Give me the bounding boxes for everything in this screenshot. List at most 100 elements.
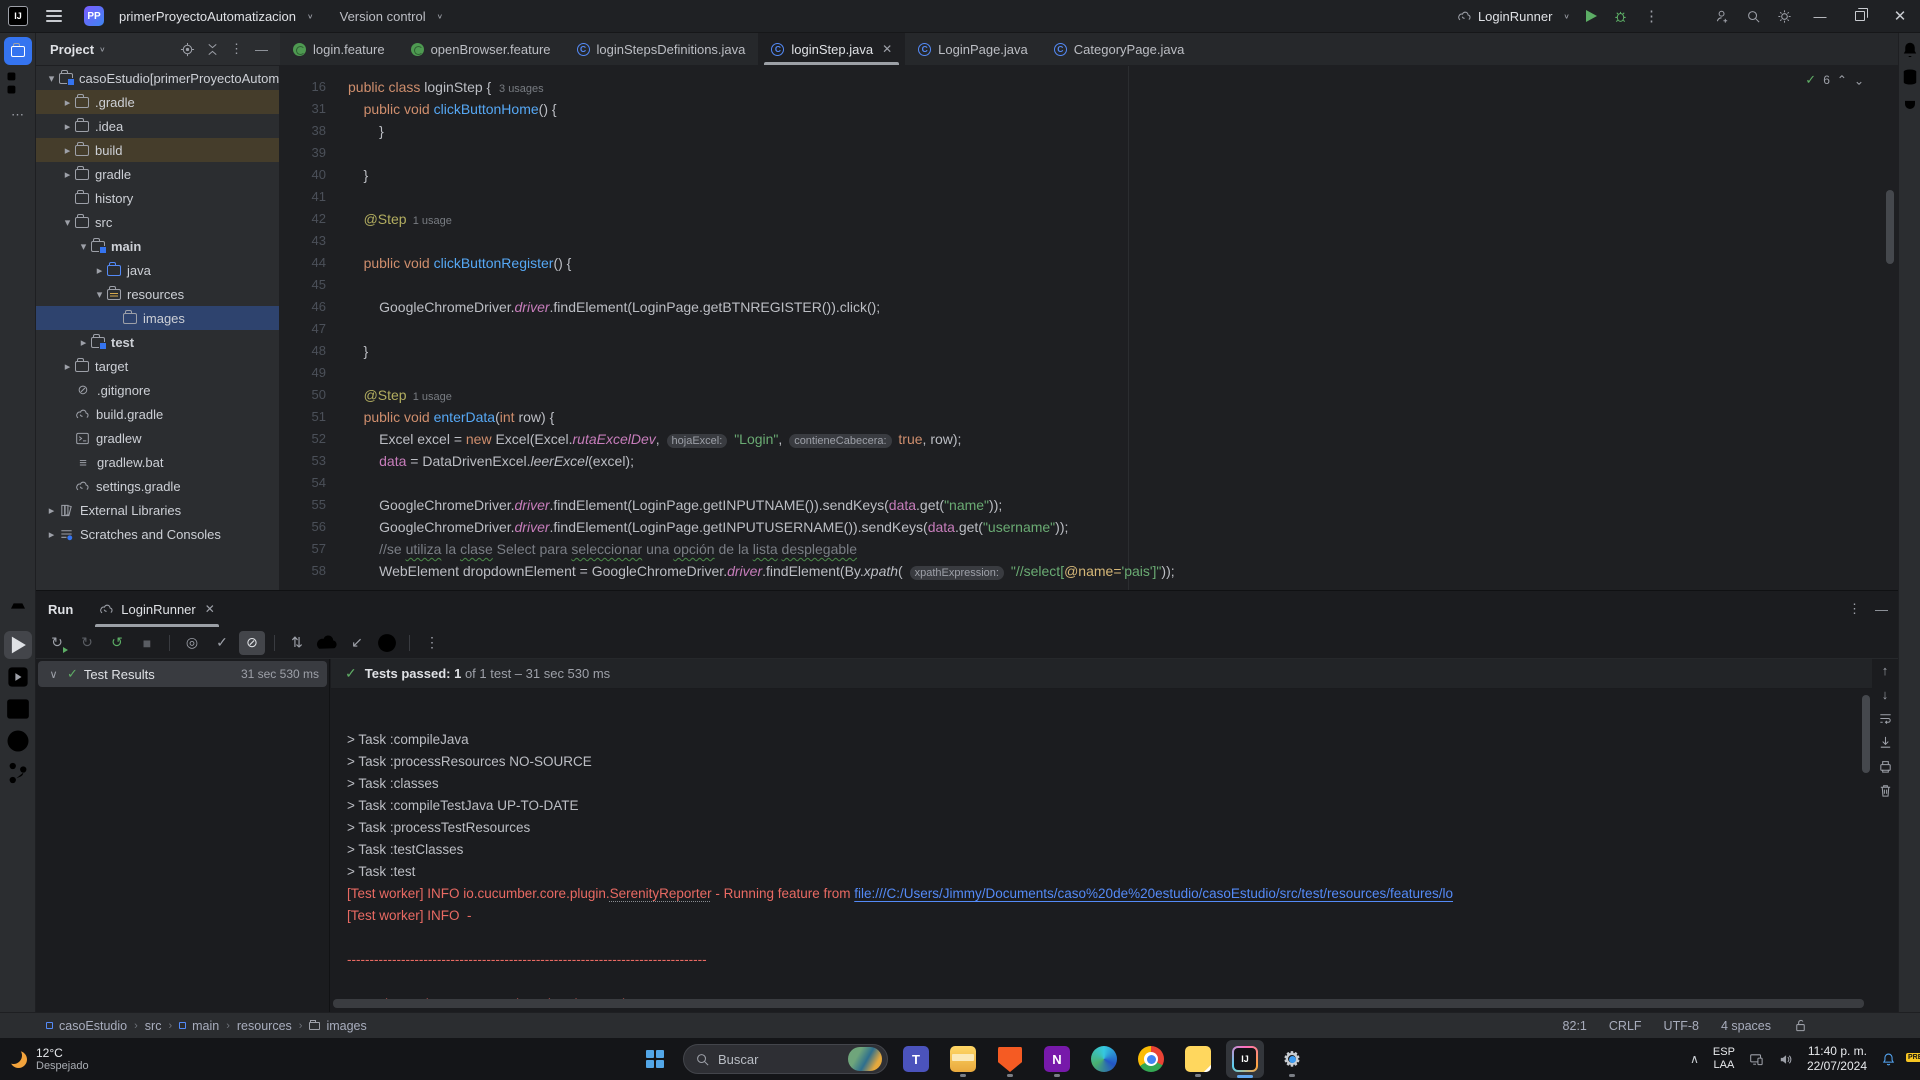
tree-chevron-icon[interactable]: ▾ — [44, 72, 59, 85]
tree-item-.gitignore[interactable]: ⊘.gitignore — [36, 378, 279, 402]
tree-chevron-icon[interactable]: ▸ — [60, 360, 75, 373]
tree-item-settings.gradle[interactable]: settings.gradle — [36, 474, 279, 498]
restore-button[interactable] — [1840, 0, 1880, 33]
edge-icon[interactable] — [1085, 1040, 1123, 1078]
hide-panel-icon[interactable]: — — [255, 42, 268, 57]
console-horizontal-scrollbar[interactable] — [333, 999, 1864, 1008]
line-number[interactable]: 41 — [280, 186, 326, 208]
rerun-button[interactable]: ↻ — [44, 631, 70, 655]
code-line[interactable]: 40 } — [280, 164, 1175, 186]
line-number[interactable]: 49 — [280, 362, 326, 384]
rerun-failed-button[interactable]: ↻ — [74, 631, 100, 655]
sort-by-duration-button[interactable]: ⇅ — [284, 631, 310, 655]
line-number[interactable]: 56 — [280, 516, 326, 538]
run-panel-title[interactable]: Run — [48, 602, 73, 617]
run-tab-loginrunner[interactable]: LoginRunner ✕ — [95, 591, 219, 627]
close-button[interactable]: ✕ — [1880, 0, 1920, 33]
line-number[interactable]: 53 — [280, 450, 326, 472]
code-line[interactable]: 39 — [280, 142, 1175, 164]
tree-item-target[interactable]: ▸target — [36, 354, 279, 378]
tree-item-External Libraries[interactable]: ▸External Libraries — [36, 498, 279, 522]
breadcrumb-item-resources[interactable]: resources — [237, 1019, 292, 1033]
line-number[interactable]: 44 — [280, 252, 326, 274]
tree-item-gradlew[interactable]: gradlew — [36, 426, 279, 450]
line-number[interactable]: 40 — [280, 164, 326, 186]
project-folder-icon[interactable] — [4, 37, 32, 65]
tree-chevron-icon[interactable]: ▸ — [76, 336, 91, 349]
line-separator[interactable]: CRLF — [1609, 1019, 1642, 1033]
console-link[interactable]: file:///C:/Users/Jimmy/Documents/caso%20… — [854, 886, 1453, 901]
tree-chevron-icon[interactable]: ▸ — [60, 144, 75, 157]
line-number[interactable]: 45 — [280, 274, 326, 296]
breadcrumb-item-images[interactable]: images — [309, 1019, 366, 1033]
start-button[interactable] — [636, 1040, 674, 1078]
code-line[interactable]: 56 GoogleChromeDriver.driver.findElement… — [280, 516, 1175, 538]
tree-item-Scratches and Consoles[interactable]: ▸Scratches and Consoles — [36, 522, 279, 546]
tree-chevron-icon[interactable]: ▸ — [44, 528, 59, 541]
test-results-tree[interactable]: ∨ ✓ Test Results 31 sec 530 ms — [36, 659, 330, 1012]
code-line[interactable]: 57 //se utiliza la clase Select para sel… — [280, 538, 1175, 560]
teams-icon[interactable]: T — [897, 1040, 935, 1078]
more-button[interactable]: ⋮ — [419, 631, 445, 655]
soft-wrap-icon[interactable] — [1878, 711, 1893, 726]
stop-button[interactable]: ■ — [134, 631, 160, 655]
collapse-all-icon[interactable] — [205, 42, 220, 57]
line-number[interactable]: 16 — [280, 76, 326, 98]
line-number[interactable]: 42 — [280, 208, 326, 230]
console-output[interactable]: > Task :compileJava> Task :processResour… — [331, 689, 1872, 1012]
more-tools-icon[interactable]: ⋯ — [4, 101, 32, 129]
line-number[interactable]: 51 — [280, 406, 326, 428]
search-everywhere-button[interactable] — [1738, 3, 1769, 29]
code-line[interactable]: 46 GoogleChromeDriver.driver.findElement… — [280, 296, 1175, 318]
tree-item-gradlew.bat[interactable]: ≡gradlew.bat — [36, 450, 279, 474]
line-number[interactable]: 43 — [280, 230, 326, 252]
tree-item-images[interactable]: images — [36, 306, 279, 330]
show-ignored-button[interactable]: ⊘ — [239, 631, 265, 655]
version-control-icon[interactable] — [4, 759, 32, 787]
tree-chevron-icon[interactable]: ▸ — [60, 96, 75, 109]
tab-login.feature[interactable]: login.feature — [280, 33, 398, 65]
line-number[interactable]: 31 — [280, 98, 326, 120]
show-passed-button[interactable]: ✓ — [209, 631, 235, 655]
tree-item-.gradle[interactable]: ▸.gradle — [36, 90, 279, 114]
settings-button[interactable] — [1769, 3, 1800, 29]
scroll-to-end-icon[interactable] — [1878, 735, 1893, 750]
tree-chevron-icon[interactable]: ▾ — [76, 240, 91, 253]
tree-item-gradle[interactable]: ▸gradle — [36, 162, 279, 186]
onenote-icon[interactable]: N — [1038, 1040, 1076, 1078]
tree-item-java[interactable]: ▸java — [36, 258, 279, 282]
line-number[interactable]: 52 — [280, 428, 326, 450]
tree-chevron-icon[interactable]: ▾ — [60, 216, 75, 229]
clear-console-icon[interactable] — [1878, 783, 1893, 798]
services-icon[interactable] — [4, 663, 32, 691]
tree-item-resources[interactable]: ▾resources — [36, 282, 279, 306]
brave-icon[interactable] — [991, 1040, 1029, 1078]
code-line[interactable]: 52 Excel excel = new Excel(Excel.rutaExc… — [280, 428, 1175, 450]
tree-chevron-icon[interactable]: ▸ — [60, 168, 75, 181]
breadcrumb-item-main[interactable]: main — [179, 1019, 219, 1033]
tree-chevron-icon[interactable]: ▸ — [44, 504, 59, 517]
breadcrumb-item-src[interactable]: src — [145, 1019, 162, 1033]
terminal-icon[interactable] — [4, 695, 32, 723]
tree-chevron-icon[interactable]: ▾ — [92, 288, 107, 301]
run-configuration-selector[interactable]: LoginRunner ∨ — [1449, 3, 1578, 29]
code-line[interactable]: 45 — [280, 274, 1175, 296]
file-explorer-icon[interactable] — [944, 1040, 982, 1078]
line-number[interactable]: 55 — [280, 494, 326, 516]
line-number[interactable]: 47 — [280, 318, 326, 340]
tab-loginStep.java[interactable]: CloginStep.java✕ — [758, 33, 905, 65]
run-options-icon[interactable]: ⋮ — [1848, 601, 1861, 617]
code-line[interactable]: 42 @Step 1 usage — [280, 208, 1175, 230]
editor-scrollbar[interactable] — [1886, 190, 1894, 264]
code-line[interactable]: 49 — [280, 362, 1175, 384]
next-problem-icon[interactable]: ⌃ — [1854, 73, 1864, 87]
run-with-coverage-button[interactable]: ↺ — [104, 631, 130, 655]
tree-item-main[interactable]: ▾main — [36, 234, 279, 258]
line-number[interactable]: 54 — [280, 472, 326, 494]
scroll-down-icon[interactable]: ↓ — [1882, 687, 1889, 702]
tray-chevron-icon[interactable]: ∧ — [1690, 1052, 1699, 1066]
console-vertical-scrollbar[interactable] — [1862, 695, 1870, 773]
tree-item-src[interactable]: ▾src — [36, 210, 279, 234]
project-tree[interactable]: ▾casoEstudio [primerProyectoAutomatizac▸… — [36, 66, 280, 590]
taskbar-search[interactable]: Buscar — [683, 1044, 888, 1074]
